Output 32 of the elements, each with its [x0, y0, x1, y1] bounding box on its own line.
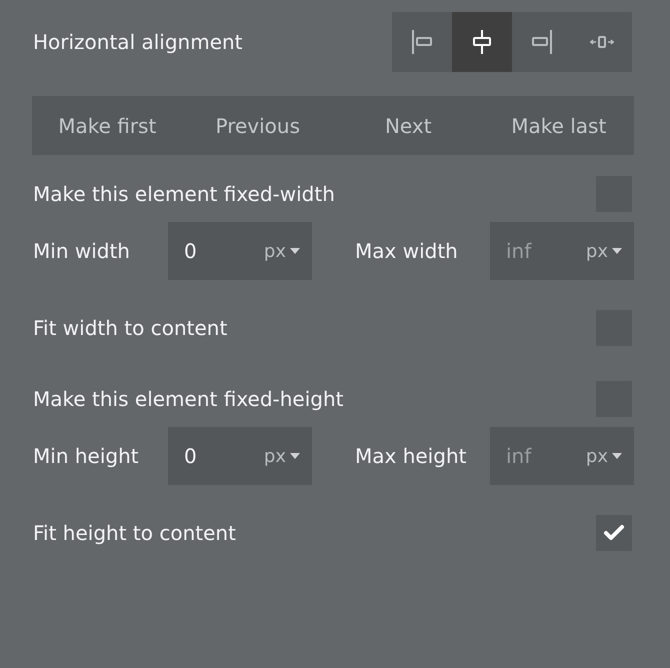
input-field[interactable]: inf px	[490, 427, 634, 485]
alignment-button[interactable]	[452, 12, 512, 72]
field-label: Max height	[354, 444, 468, 468]
align-left-icon	[411, 29, 433, 55]
input-field[interactable]: 0 px	[168, 222, 312, 280]
align-right-icon	[531, 29, 553, 55]
caret-icon	[290, 248, 300, 254]
unit-dropdown[interactable]: px	[264, 446, 300, 466]
row-label: Horizontal alignment	[32, 30, 243, 54]
row-label: Fit width to content	[32, 316, 228, 340]
unit-dropdown[interactable]: px	[586, 240, 622, 262]
row-label: Make this element fixed-width	[32, 182, 335, 206]
field-label: Min height	[32, 444, 140, 468]
row-label: Make this element fixed-height	[32, 387, 344, 411]
align-center-icon	[471, 29, 493, 55]
unit-dropdown[interactable]: px	[264, 240, 300, 262]
order-button[interactable]: Make first	[32, 96, 182, 155]
input-field[interactable]: 0 px	[168, 427, 312, 485]
caret-icon	[612, 248, 622, 254]
caret-icon	[290, 453, 300, 459]
caret-icon	[612, 453, 622, 459]
field-label: Min width	[32, 239, 131, 263]
field-label: Max width	[354, 239, 459, 263]
order-button[interactable]: Previous	[182, 96, 333, 155]
unit-dropdown[interactable]: px	[586, 446, 622, 466]
order-button[interactable]: Make last	[484, 96, 634, 155]
input-field[interactable]: inf px	[490, 222, 634, 280]
checkbox[interactable]	[596, 515, 632, 551]
stretch-icon	[589, 35, 615, 49]
row-label: Fit height to content	[32, 521, 236, 545]
checkmark-icon	[603, 524, 625, 542]
order-button[interactable]: Next	[333, 96, 484, 155]
